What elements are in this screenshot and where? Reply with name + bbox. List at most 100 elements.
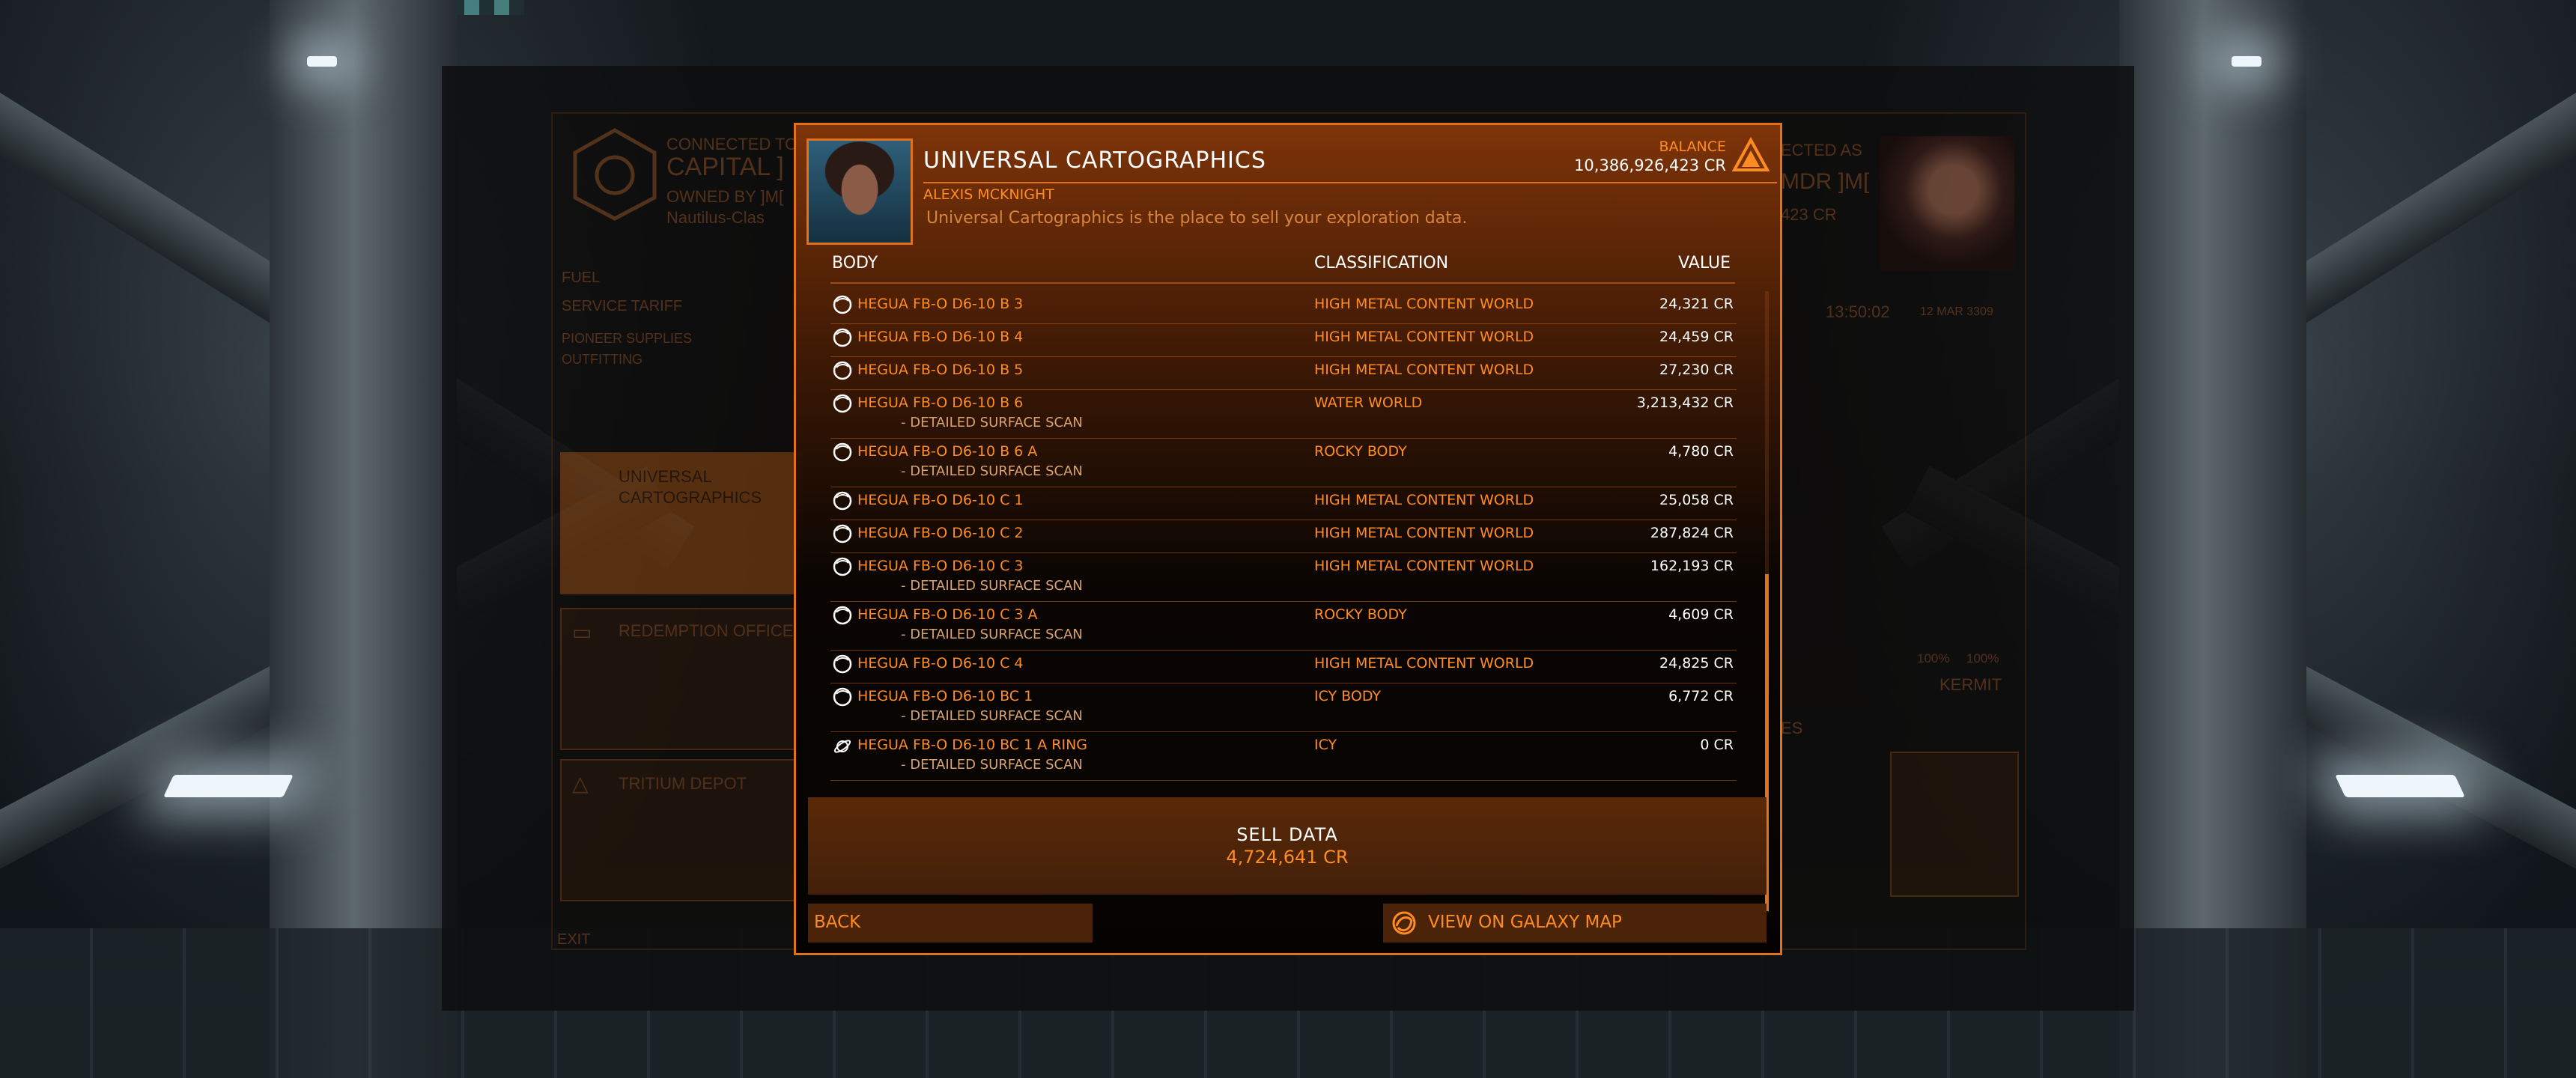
planet-icon <box>833 557 852 576</box>
station-name: CAPITAL ] <box>666 153 784 181</box>
table-row[interactable]: HEGUA FB-O D6-10 B 6 - DETAILED SURFACE S… <box>830 390 1737 439</box>
back-button[interactable]: BACK <box>808 904 1093 943</box>
planet-icon <box>833 328 852 347</box>
body-name: HEGUA FB-O D6-10 C 3 <box>857 558 1024 574</box>
body-name: HEGUA FB-O D6-10 B 6 <box>857 395 1024 411</box>
planet-icon <box>833 361 852 380</box>
body-name: HEGUA FB-O D6-10 B 3 <box>857 296 1024 312</box>
body-classification: WATER WORLD <box>1314 395 1423 411</box>
commander-credits: 423 CR <box>1781 205 1837 224</box>
body-classification: HIGH METAL CONTENT WORLD <box>1314 558 1534 574</box>
redemption-icon: ▭ <box>572 620 592 645</box>
hangar-pillar-left <box>270 0 457 1078</box>
sell-data-button[interactable]: SELL DATA 4,724,641 CR <box>808 797 1767 895</box>
body-value: 24,459 CR <box>1659 329 1734 345</box>
table-row[interactable]: HEGUA FB-O D6-10 C 4 HIGH METAL CONTENT W… <box>830 651 1737 683</box>
scan-type: - DETAILED SURFACE SCAN <box>901 463 1083 479</box>
commander-name: MDR ]M[ <box>1781 169 1870 194</box>
body-value: 4,780 CR <box>1668 443 1734 460</box>
credits-icon <box>1732 137 1770 171</box>
column-header-value[interactable]: VALUE <box>1678 254 1731 272</box>
body-classification: HIGH METAL CONTENT WORLD <box>1314 655 1534 672</box>
body-classification: HIGH METAL CONTENT WORLD <box>1314 525 1534 541</box>
commander-portrait <box>1880 136 2014 271</box>
station-owner: OWNED BY ]M[ <box>666 187 784 206</box>
body-name: HEGUA FB-O D6-10 C 4 <box>857 655 1024 672</box>
table-row[interactable]: HEGUA FB-O D6-10 B 5 HIGH METAL CONTENT W… <box>830 357 1737 390</box>
hull-percent: 100% <box>1966 651 1999 666</box>
station-faction-icon <box>573 128 657 221</box>
galaxy-map-icon <box>1392 911 1416 935</box>
card-label: TRITIUM DEPOT <box>619 774 747 793</box>
body-classification: HIGH METAL CONTENT WORLD <box>1314 492 1534 508</box>
column-header-classification[interactable]: CLASSIFICATION <box>1314 254 1448 272</box>
body-value: 4,609 CR <box>1668 606 1734 623</box>
menu-outfitting[interactable]: OUTFITTING <box>562 352 643 368</box>
body-name: HEGUA FB-O D6-10 B 5 <box>857 362 1024 378</box>
card-tritium-depot[interactable]: △ TRITIUM DEPOT <box>560 759 803 901</box>
body-classification: HIGH METAL CONTENT WORLD <box>1314 362 1534 378</box>
body-value: 25,058 CR <box>1659 492 1734 508</box>
body-value: 6,772 CR <box>1668 688 1734 704</box>
menu-fuel[interactable]: FUEL <box>562 270 600 287</box>
body-value: 24,825 CR <box>1659 655 1734 672</box>
balance-value: 10,386,926,423 CR <box>1574 156 1726 174</box>
body-name: HEGUA FB-O D6-10 C 3 A <box>857 606 1038 623</box>
body-value: 24,321 CR <box>1659 296 1734 312</box>
station-class: Nautilus-Clas <box>666 208 765 227</box>
scan-type: - DETAILED SURFACE SCAN <box>901 757 1083 773</box>
scan-type: - DETAILED SURFACE SCAN <box>901 415 1083 430</box>
table-row[interactable]: HEGUA FB-O D6-10 BC 1 A RING - DETAILED S… <box>830 732 1737 781</box>
body-classification: ICY <box>1314 737 1337 753</box>
cartographics-icon: ◎ <box>572 467 598 502</box>
sell-data-label: SELL DATA <box>1236 824 1338 845</box>
table-row[interactable]: HEGUA FB-O D6-10 C 1 HIGH METAL CONTENT W… <box>830 487 1737 520</box>
scan-type: - DETAILED SURFACE SCAN <box>901 578 1083 594</box>
table-row[interactable]: HEGUA FB-O D6-10 C 3 A - DETAILED SURFACE… <box>830 602 1737 651</box>
hangar-pillar-right <box>2119 0 2306 1078</box>
contact-name: ALEXIS MCKNIGHT <box>923 186 1054 203</box>
view-galaxy-map-button[interactable]: VIEW ON GALAXY MAP <box>1383 904 1767 943</box>
body-name: HEGUA FB-O D6-10 BC 1 A RING <box>857 737 1088 753</box>
planet-icon <box>833 524 852 543</box>
sell-data-value: 4,724,641 CR <box>1226 847 1349 868</box>
body-value: 27,230 CR <box>1659 362 1734 378</box>
contact-portrait <box>806 138 913 245</box>
ceiling-lamp-left <box>307 56 337 67</box>
table-row[interactable]: HEGUA FB-O D6-10 B 4 HIGH METAL CONTENT W… <box>830 324 1737 357</box>
body-name: HEGUA FB-O D6-10 BC 1 <box>857 688 1033 704</box>
table-row[interactable]: HEGUA FB-O D6-10 B 6 A - DETAILED SURFACE… <box>830 439 1737 487</box>
header-divider <box>830 282 1735 284</box>
table-row[interactable]: HEGUA FB-O D6-10 BC 1 - DETAILED SURFACE … <box>830 683 1737 732</box>
balance-label: BALANCE <box>1659 138 1726 155</box>
fuel-percent: 100% <box>1917 651 1950 666</box>
menu-pioneer-supplies[interactable]: PIONEER SUPPLIES <box>562 331 692 347</box>
card-label: REDEMPTION OFFICE <box>619 621 794 640</box>
floor-lamp-right <box>2335 775 2465 797</box>
body-classification: HIGH METAL CONTENT WORLD <box>1314 329 1534 345</box>
table-row[interactable]: HEGUA FB-O D6-10 C 2 HIGH METAL CONTENT W… <box>830 520 1737 553</box>
planet-icon <box>833 654 852 674</box>
body-name: HEGUA FB-O D6-10 C 1 <box>857 492 1024 508</box>
body-name: HEGUA FB-O D6-10 C 2 <box>857 525 1024 541</box>
back-label: BACK <box>814 913 861 932</box>
services-card-outfitting[interactable] <box>1890 752 2019 897</box>
ring-icon <box>833 740 851 753</box>
planet-icon <box>833 687 852 707</box>
card-label-line2: CARTOGRAPHICS <box>619 488 762 507</box>
planet-icon <box>833 295 852 314</box>
floor-lamp-left <box>163 775 294 797</box>
table-row[interactable]: HEGUA FB-O D6-10 B 3 HIGH METAL CONTENT W… <box>830 291 1737 324</box>
card-universal-cartographics[interactable]: ◎ UNIVERSAL CARTOGRAPHICS <box>560 452 803 594</box>
body-name: HEGUA FB-O D6-10 B 6 A <box>857 443 1038 460</box>
ceiling-lamp-right <box>2232 56 2261 67</box>
card-redemption-office[interactable]: ▭ REDEMPTION OFFICE <box>560 608 803 750</box>
body-classification: ROCKY BODY <box>1314 443 1407 460</box>
menu-service-tariff[interactable]: SERVICE TARIFF <box>562 298 682 315</box>
connected-as-label: ECTED AS <box>1781 141 1862 159</box>
card-label-line1: UNIVERSAL <box>619 467 712 486</box>
exit-button[interactable]: EXIT <box>557 931 590 948</box>
table-row[interactable]: HEGUA FB-O D6-10 C 3 - DETAILED SURFACE S… <box>830 553 1737 602</box>
body-value: 287,824 CR <box>1650 525 1734 541</box>
column-header-body[interactable]: BODY <box>832 254 878 272</box>
